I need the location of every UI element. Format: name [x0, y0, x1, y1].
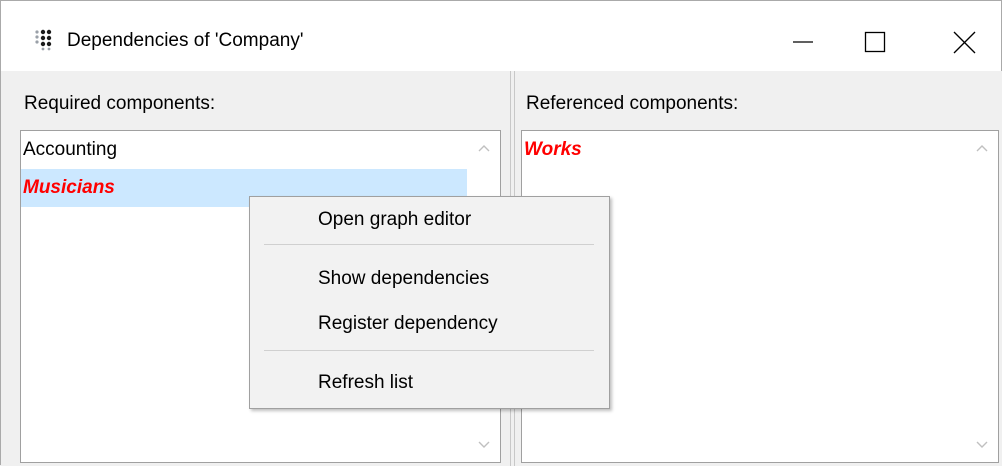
maximize-icon	[864, 31, 886, 53]
close-icon	[953, 31, 976, 54]
minimize-icon	[793, 41, 813, 43]
menu-separator	[264, 244, 594, 245]
list-item-label: Works	[524, 139, 582, 160]
menu-item-label: Open graph editor	[318, 209, 472, 230]
menu-item-refresh-list[interactable]: Refresh list	[250, 364, 609, 402]
minimize-button[interactable]	[777, 1, 841, 71]
vertical-scrollbar[interactable]	[966, 131, 998, 462]
dependencies-dialog: Dependencies of 'Company' Required compo…	[0, 0, 1002, 466]
menu-separator	[264, 350, 594, 351]
menu-item-label: Show dependencies	[318, 268, 490, 289]
scroll-down-arrow-icon[interactable]	[477, 440, 491, 450]
menu-item-register-dependency[interactable]: Register dependency	[250, 305, 609, 343]
required-components-label: Required components:	[24, 93, 216, 114]
list-item[interactable]: Accounting	[21, 131, 467, 169]
menu-item-open-graph-editor[interactable]: Open graph editor	[250, 201, 609, 239]
list-item-label: Musicians	[23, 177, 115, 198]
menu-item-show-dependencies[interactable]: Show dependencies	[250, 260, 609, 298]
referenced-components-label: Referenced components:	[526, 93, 739, 114]
scroll-down-arrow-icon[interactable]	[975, 440, 989, 450]
window-title: Dependencies of 'Company'	[67, 30, 304, 51]
close-button[interactable]	[931, 1, 995, 71]
scroll-up-arrow-icon[interactable]	[975, 143, 989, 153]
list-item-label: Accounting	[23, 139, 118, 160]
dots-grid-icon	[35, 29, 52, 51]
title-bar[interactable]: Dependencies of 'Company'	[1, 1, 1001, 71]
scroll-up-arrow-icon[interactable]	[477, 143, 491, 153]
context-menu: Open graph editor Show dependencies Regi…	[249, 196, 610, 409]
menu-item-label: Refresh list	[318, 372, 414, 393]
list-item[interactable]: Works	[522, 131, 966, 169]
maximize-button[interactable]	[849, 1, 913, 71]
menu-item-label: Register dependency	[318, 313, 498, 334]
